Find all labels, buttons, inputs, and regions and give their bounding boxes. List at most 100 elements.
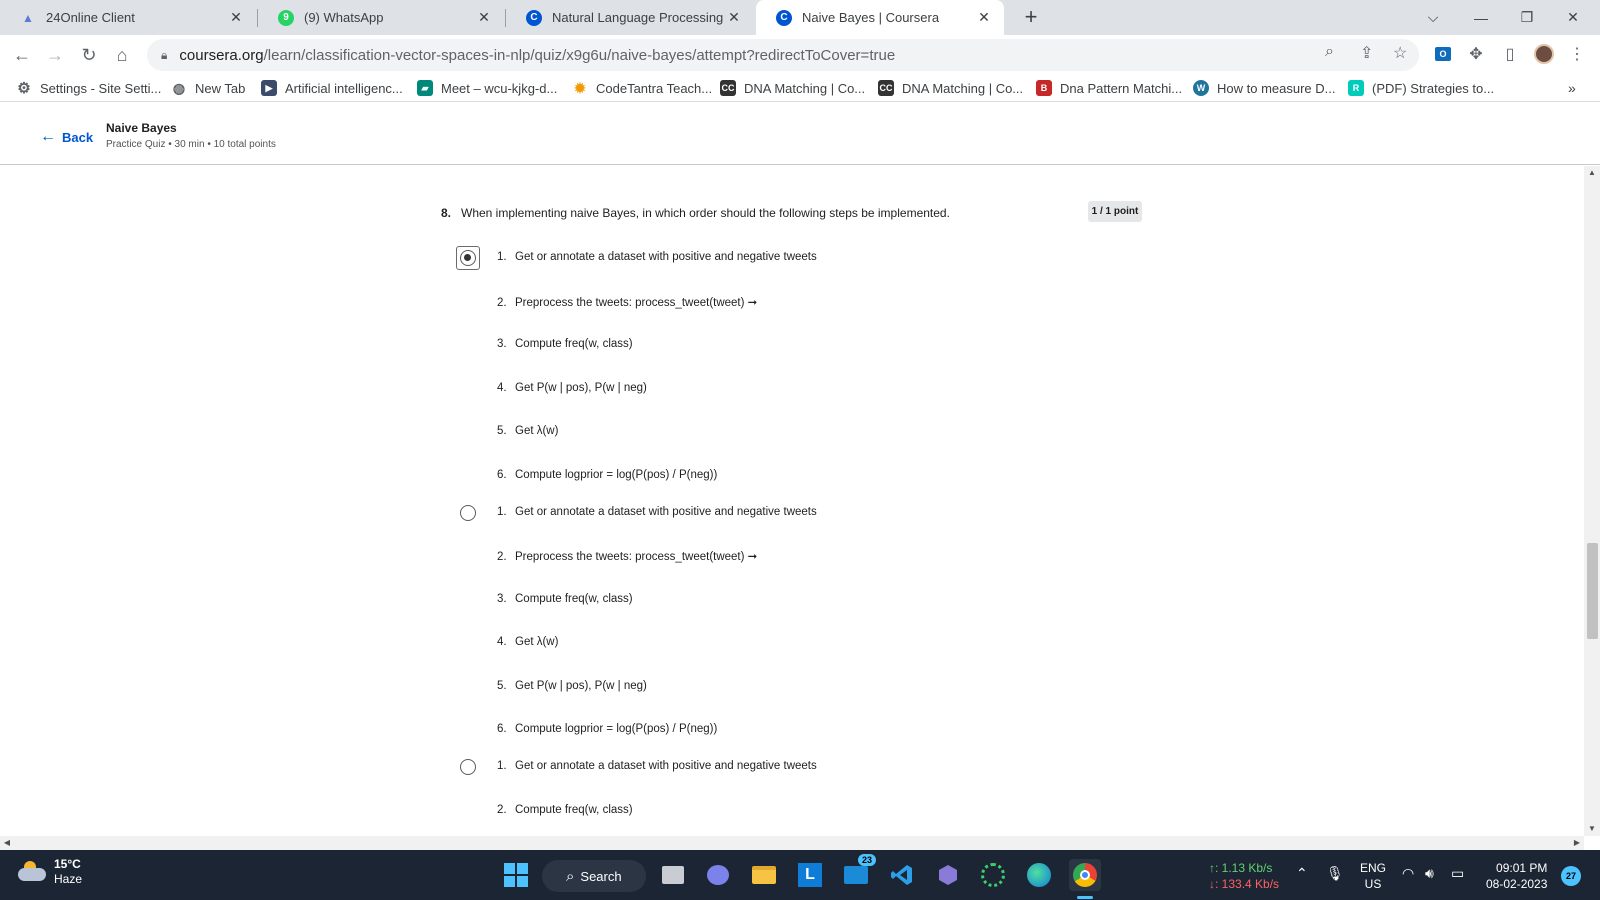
tab-nlp[interactable]: C Natural Language Processing - G ✕ [506, 0, 754, 35]
extensions-icon[interactable]: ✥ [1463, 41, 1489, 67]
teams-chat-icon[interactable] [702, 859, 734, 891]
zoom-icon[interactable]: ⌕ [1325, 43, 1334, 61]
bookmark-pdf[interactable]: R (PDF) Strategies to... [1348, 78, 1494, 98]
outlook-extension-icon[interactable]: O [1430, 41, 1456, 67]
profile-avatar[interactable] [1531, 41, 1557, 67]
back-link[interactable]: ← Back [40, 128, 93, 146]
wifi-icon[interactable]: ◠ [1402, 865, 1414, 882]
lang-label: ENG [1360, 861, 1387, 875]
home-icon[interactable]: ⌂ [108, 41, 136, 69]
tab-naive-bayes[interactable]: C Naive Bayes | Coursera ✕ [756, 0, 1004, 35]
net-down: ↓: 133.4 Kb/s [1209, 877, 1280, 891]
option-b-radio[interactable] [460, 505, 476, 521]
bookmark-measure[interactable]: W How to measure D... [1193, 78, 1336, 98]
reload-icon[interactable]: ↻ [75, 41, 103, 69]
l-app-icon[interactable]: L [794, 859, 826, 891]
restore-button[interactable]: ❐ [1504, 0, 1550, 35]
question-text: When implementing naive Bayes, in which … [461, 206, 950, 220]
wordpress-icon: W [1193, 80, 1209, 96]
region-label: US [1364, 877, 1382, 891]
horizontal-scrollbar[interactable]: ◀ ▶ [0, 836, 1584, 850]
quiz-header: ← Back Naive Bayes Practice Quiz • 30 min… [0, 103, 1600, 165]
bookmarks-bar: ⚙ Settings - Site Setti... ◍ New Tab ▶ Arti… [0, 74, 1600, 102]
bookmarks-overflow-icon[interactable]: » [1568, 78, 1576, 98]
option-a-step-6: 6. Compute logprior = log(P(pos) / P(neg)… [497, 469, 718, 481]
bookmark-label: CodeTantra Teach... [596, 80, 713, 96]
url-text[interactable]: coursera.org/learn/classification-vector… [179, 47, 895, 64]
researchgate-icon: R [1348, 80, 1364, 96]
option-a-step-5: 5. Get λ(w) [497, 425, 559, 437]
bookmark-label: Dna Pattern Matchi... [1060, 80, 1183, 96]
chrome-icon[interactable] [1069, 859, 1101, 891]
bookmark-meet[interactable]: ▰ Meet – wcu-kjkg-d... [417, 78, 557, 98]
window-close-button[interactable]: ✕ [1550, 0, 1596, 35]
bookmark-dna-2[interactable]: CC DNA Matching | Co... [878, 78, 1023, 98]
chevron-up-icon[interactable]: ⌃ [1296, 865, 1308, 882]
forward-arrow-icon[interactable]: → [41, 41, 69, 69]
close-icon[interactable]: ✕ [726, 9, 742, 26]
scroll-down-icon[interactable]: ▼ [1584, 822, 1600, 836]
search-label: Search [580, 868, 622, 884]
start-button[interactable] [500, 859, 532, 891]
notification-badge[interactable]: 27 [1561, 866, 1581, 886]
copilot-icon[interactable] [932, 859, 964, 891]
minimize-button[interactable]: — [1458, 0, 1504, 35]
quiz-title: Naive Bayes [106, 121, 177, 135]
option-c-step-1: 1. Get or annotate a dataset with positiv… [497, 760, 817, 772]
star-icon[interactable]: ☆ [1393, 43, 1407, 63]
menu-icon[interactable]: ⋮ [1564, 41, 1590, 67]
vscode-icon[interactable] [886, 859, 918, 891]
active-app-indicator [1077, 896, 1093, 899]
volume-icon[interactable]: 🔊︎ [1425, 865, 1434, 882]
url-path: /learn/classification-vector-spaces-in-n… [263, 46, 896, 64]
option-c-radio[interactable] [460, 759, 476, 775]
bookmark-label: Meet – wcu-kjkg-d... [441, 80, 558, 96]
lock-icon[interactable]: 🔒︎ [161, 48, 167, 63]
taskbar-search[interactable]: ⌕ Search [542, 860, 646, 892]
bookmark-dna-pattern[interactable]: B Dna Pattern Matchi... [1036, 78, 1182, 98]
scroll-thumb[interactable] [1587, 543, 1598, 639]
side-panel-icon[interactable]: ▯ [1497, 41, 1523, 67]
share-icon[interactable]: ⇪ [1360, 43, 1373, 63]
scroll-left-icon[interactable]: ◀ [0, 836, 14, 850]
task-view-icon[interactable] [657, 859, 689, 891]
b-icon: B [1036, 80, 1052, 96]
quiz-meta: Practice Quiz • 30 min • 10 total points [106, 139, 276, 150]
back-arrow-icon[interactable]: ← [8, 41, 36, 69]
microphone-icon[interactable]: 🎙︎ [1326, 865, 1344, 882]
close-icon[interactable]: ✕ [228, 9, 244, 26]
file-explorer-icon[interactable] [748, 859, 780, 891]
bookmark-new-tab[interactable]: ◍ New Tab [171, 78, 245, 98]
option-b-step-1: 1. Get or annotate a dataset with positiv… [497, 506, 817, 518]
tab-search-button[interactable]: ⌵ [1410, 0, 1456, 35]
weather-condition: Haze [54, 872, 83, 886]
clock[interactable]: 09:01 PM 08-02-2023 [1486, 860, 1547, 892]
language-indicator[interactable]: ENG US [1360, 860, 1386, 892]
tab-whatsapp[interactable]: 9 (9) WhatsApp ✕ [258, 0, 504, 35]
meet-icon: ▰ [417, 80, 433, 96]
bookmark-codetantra[interactable]: ✹ CodeTantra Teach... [572, 78, 712, 98]
bookmark-settings[interactable]: ⚙ Settings - Site Setti... [16, 78, 161, 98]
bookmark-ai[interactable]: ▶ Artificial intelligenc... [261, 78, 403, 98]
new-tab-button[interactable]: + [1018, 4, 1044, 30]
close-icon[interactable]: ✕ [976, 9, 992, 26]
option-a-radio[interactable] [460, 250, 476, 266]
option-a-step-2: 2. Preprocess the tweets: process_tweet(t… [497, 297, 758, 309]
option-b-step-3: 3. Compute freq(w, class) [497, 593, 633, 605]
edge-icon[interactable] [1023, 859, 1055, 891]
tab-24online[interactable]: ▲ 24Online Client ✕ [0, 0, 256, 35]
bookmark-dna-1[interactable]: CC DNA Matching | Co... [720, 78, 865, 98]
mail-badge: 23 [857, 854, 876, 866]
loading-app-icon[interactable] [977, 859, 1009, 891]
bookmark-label: (PDF) Strategies to... [1372, 80, 1495, 96]
weather-widget[interactable]: 15°C Haze [18, 857, 82, 887]
scroll-right-icon[interactable]: ▶ [1570, 836, 1584, 850]
vertical-scrollbar[interactable]: ▲ ▼ [1584, 166, 1600, 836]
close-icon[interactable]: ✕ [476, 9, 492, 26]
battery-icon[interactable]: ▭ [1451, 865, 1464, 882]
scroll-up-icon[interactable]: ▲ [1584, 166, 1600, 180]
mail-icon[interactable]: 23 [840, 854, 876, 891]
tab-title: (9) WhatsApp [304, 10, 384, 25]
bookmark-label: DNA Matching | Co... [902, 80, 1024, 96]
address-bar[interactable]: 🔒︎ coursera.org/learn/classification-vec… [147, 39, 1419, 71]
